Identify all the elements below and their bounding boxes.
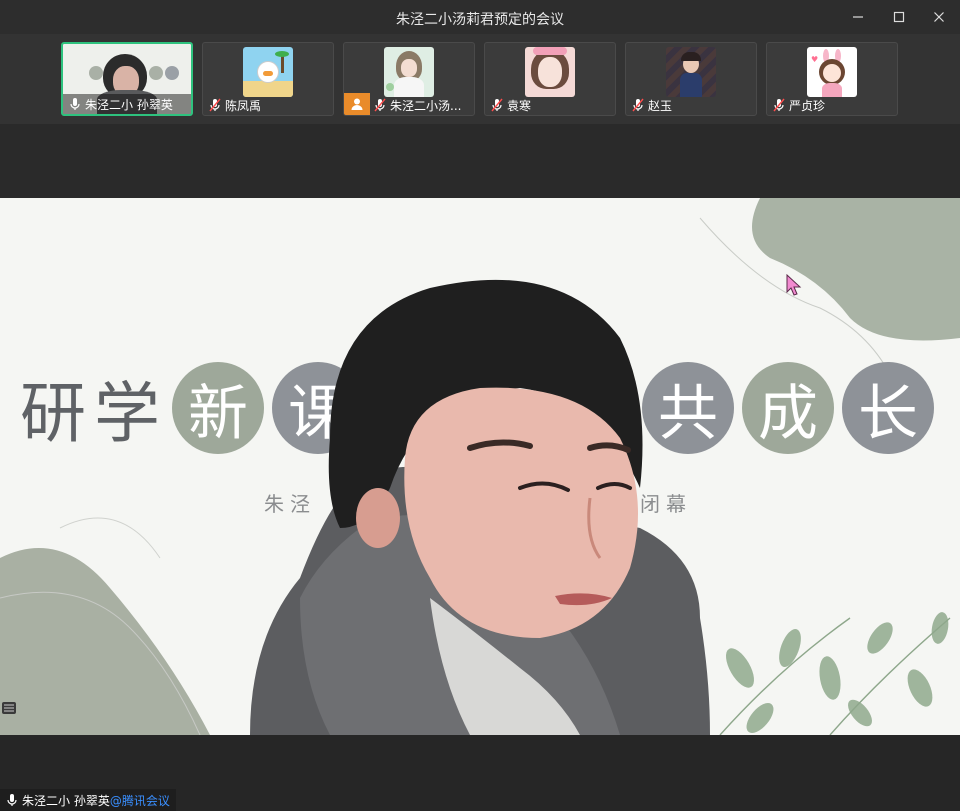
list-icon (4, 704, 14, 712)
speaker-name-tag: 朱泾二小 孙翠英 @腾讯会议 (0, 789, 176, 811)
participant-label: 朱泾二小汤... (344, 95, 474, 115)
participant-tile[interactable]: 赵玉 (625, 42, 757, 116)
presenter-figure (250, 279, 710, 735)
window-title: 朱泾二小汤莉君预定的会议 (396, 12, 564, 28)
participant-tile[interactable]: 袁寒 (484, 42, 616, 116)
photo-avatar (525, 47, 575, 97)
participant-label: 袁寒 (485, 95, 615, 115)
participant-label: 严贞珍 (767, 95, 897, 115)
participant-label: 赵玉 (626, 95, 756, 115)
minimize-button[interactable] (846, 5, 870, 29)
participant-label: 朱泾二小 孙翠英 (63, 94, 191, 114)
child-photo-avatar (666, 47, 716, 97)
bottom-area: 朱泾二小 孙翠英 @腾讯会议 (0, 735, 960, 811)
participant-tile[interactable]: 陈凤禹 (202, 42, 334, 116)
bunny-girl-avatar: ♥ (807, 47, 857, 97)
participant-label: 陈凤禹 (203, 95, 333, 115)
video-area-spacer (0, 124, 960, 198)
close-button[interactable] (927, 5, 951, 29)
brand-watermark: @腾讯会议 (109, 793, 170, 808)
participant-name: 陈凤禹 (225, 98, 262, 113)
participant-tile[interactable]: ♥ 严贞珍 (766, 42, 898, 116)
speaker-name: 朱泾二小 孙翠英 (22, 793, 110, 808)
mic-muted-icon (209, 98, 221, 112)
sidebar-toggle-button[interactable] (2, 702, 16, 714)
main-video[interactable]: 研 学 新 课 共 成 长 朱泾 闭幕 (0, 198, 960, 735)
illustration-avatar (384, 47, 434, 97)
maximize-button[interactable] (887, 5, 911, 29)
cartoon-avatar (243, 47, 293, 97)
close-icon (934, 12, 944, 22)
minimize-icon (853, 16, 863, 18)
mic-icon (7, 794, 17, 806)
mic-muted-icon (491, 98, 503, 112)
mic-muted-icon (632, 98, 644, 112)
participant-strip: 朱泾二小 孙翠英 陈凤禹 朱泾二小汤... 袁寒 赵玉 ♥ 严贞珍 (0, 34, 960, 124)
mic-muted-icon (773, 98, 785, 112)
mic-icon (70, 98, 80, 110)
participant-name: 赵玉 (648, 98, 673, 113)
participant-tile[interactable]: 朱泾二小汤... (343, 42, 475, 116)
mic-muted-icon (374, 98, 386, 112)
participant-name: 严贞珍 (789, 98, 826, 113)
participant-name: 朱泾二小汤... (390, 98, 462, 113)
participant-name: 朱泾二小 孙翠英 (85, 97, 173, 112)
participant-tile[interactable]: 朱泾二小 孙翠英 (61, 42, 193, 116)
mouse-cursor-icon (786, 274, 802, 296)
maximize-icon (893, 11, 905, 23)
title-bar: 朱泾二小汤莉君预定的会议 (0, 0, 960, 34)
participant-name: 袁寒 (507, 98, 532, 113)
